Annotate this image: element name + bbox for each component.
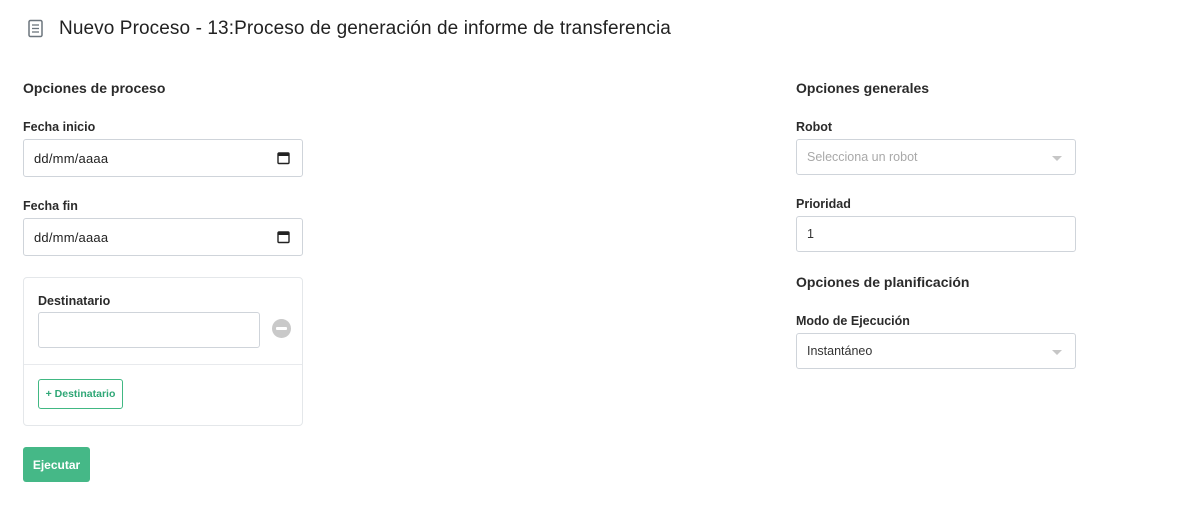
- start-date-input[interactable]: dd/mm/aaaa: [23, 139, 303, 177]
- recipient-label: Destinatario: [38, 294, 111, 308]
- end-date-input[interactable]: dd/mm/aaaa: [23, 218, 303, 256]
- robot-select-placeholder: Selecciona un robot: [807, 150, 918, 164]
- robot-select[interactable]: Selecciona un robot: [796, 139, 1076, 175]
- chevron-down-icon: [1052, 156, 1062, 161]
- execute-button[interactable]: Ejecutar: [23, 447, 90, 482]
- chevron-down-icon: [1052, 350, 1062, 355]
- document-icon: [26, 18, 46, 40]
- recipient-input[interactable]: [38, 312, 260, 348]
- execution-mode-select[interactable]: Instantáneo: [796, 333, 1076, 369]
- priority-input[interactable]: 1: [796, 216, 1076, 252]
- calendar-icon[interactable]: [277, 152, 290, 165]
- page-header: Nuevo Proceso - 13:Proceso de generación…: [26, 18, 671, 40]
- end-date-label: Fecha fin: [23, 199, 78, 213]
- minus-circle-icon[interactable]: [272, 319, 291, 338]
- add-recipient-button[interactable]: + Destinatario: [38, 379, 123, 409]
- end-date-value: dd/mm/aaaa: [34, 229, 109, 245]
- execution-mode-label: Modo de Ejecución: [796, 314, 910, 328]
- recipient-card: Destinatario + Destinatario: [23, 277, 303, 426]
- card-divider: [24, 364, 302, 365]
- priority-label: Prioridad: [796, 197, 851, 211]
- execution-mode-value: Instantáneo: [807, 344, 873, 358]
- planning-options-title: Opciones de planificación: [796, 274, 970, 290]
- process-options-title: Opciones de proceso: [23, 80, 166, 96]
- page-title: Nuevo Proceso - 13:Proceso de generación…: [59, 18, 671, 39]
- calendar-icon[interactable]: [277, 231, 290, 244]
- priority-value: 1: [807, 227, 814, 241]
- start-date-value: dd/mm/aaaa: [34, 150, 109, 166]
- general-options-title: Opciones generales: [796, 80, 930, 96]
- robot-label: Robot: [796, 120, 833, 134]
- start-date-label: Fecha inicio: [23, 120, 96, 134]
